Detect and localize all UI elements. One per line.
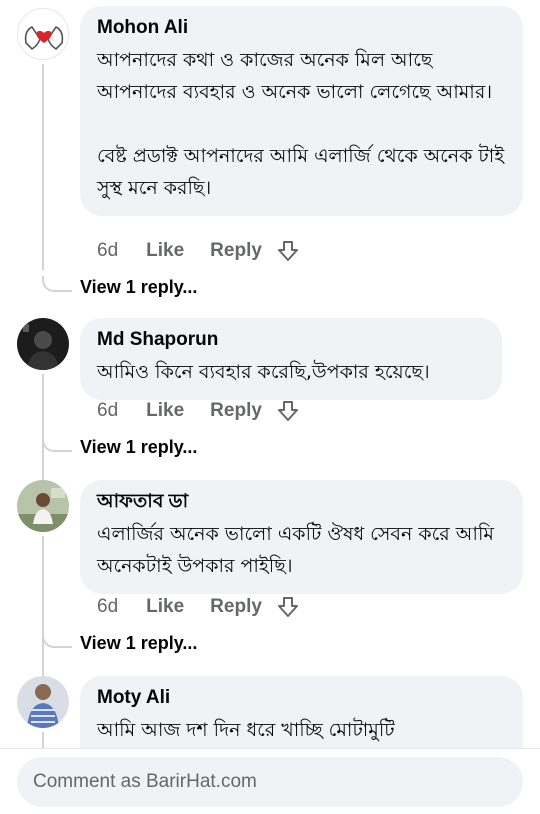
- heart-hands-icon: [18, 9, 68, 59]
- comments-feed[interactable]: Mohon Ali আপনাদের কথা ও কাজের অনেক মিল আ…: [0, 0, 540, 748]
- like-button[interactable]: Like: [146, 596, 184, 618]
- thread-connector: [42, 276, 72, 292]
- share-arrow-icon[interactable]: [276, 596, 300, 618]
- comment-actions: 6d Like Reply: [97, 400, 300, 422]
- comment-input[interactable]: Comment as BarirHat.com: [17, 757, 523, 807]
- comment-author[interactable]: Moty Ali: [97, 686, 505, 710]
- thread-line: [42, 732, 44, 748]
- view-replies-link[interactable]: View 1 reply...: [80, 437, 197, 458]
- avatar[interactable]: [17, 676, 69, 728]
- thread-line: [42, 64, 44, 270]
- comment-bubble[interactable]: আফতাব ডা এলার্জির অনেক ভালো একটি ঔষধ সেব…: [80, 480, 523, 594]
- comment-text: এলার্জির অনেক ভালো একটি ঔষধ সেবন করে আমি…: [97, 523, 500, 577]
- share-arrow-icon[interactable]: [276, 400, 300, 422]
- comment-text: আমিও কিনে ব্যবহার করেছি,উপকার হয়েছে।: [97, 361, 430, 383]
- comment-text: আপনাদের কথা ও কাজের অনেক মিল আছে আপনাদের…: [97, 49, 505, 199]
- avatar[interactable]: [17, 8, 69, 60]
- like-button[interactable]: Like: [146, 400, 184, 422]
- comment-bubble[interactable]: Moty Ali আমি আজ দশ দিন ধরে খাচ্ছি মোটামু…: [80, 676, 523, 748]
- profile-photo: [17, 480, 69, 532]
- comment-time[interactable]: 6d: [97, 596, 118, 618]
- comment-author[interactable]: আফতাব ডা: [97, 490, 505, 514]
- avatar[interactable]: [17, 480, 69, 532]
- avatar[interactable]: [17, 318, 69, 370]
- profile-photo: [17, 676, 69, 728]
- view-replies-link[interactable]: View 1 reply...: [80, 277, 197, 298]
- thread-connector: [42, 632, 72, 648]
- comment-bubble[interactable]: Mohon Ali আপনাদের কথা ও কাজের অনেক মিল আ…: [80, 6, 523, 216]
- thread-connector: [42, 436, 72, 452]
- comment-bubble[interactable]: Md Shaporun আমিও কিনে ব্যবহার করেছি,উপকা…: [80, 318, 502, 400]
- comment-input-placeholder: Comment as BarirHat.com: [33, 771, 257, 792]
- comment-author[interactable]: Mohon Ali: [97, 16, 505, 40]
- thread-line: [42, 374, 44, 490]
- thread-line: [42, 536, 44, 686]
- reply-button[interactable]: Reply: [210, 400, 262, 422]
- comment-composer: Comment as BarirHat.com: [0, 748, 540, 814]
- comment-time[interactable]: 6d: [97, 240, 118, 262]
- reply-button[interactable]: Reply: [210, 240, 262, 262]
- comment-actions: 6d Like Reply: [97, 596, 300, 618]
- reply-button[interactable]: Reply: [210, 596, 262, 618]
- comment-actions: 6d Like Reply: [97, 240, 300, 262]
- share-arrow-icon[interactable]: [276, 240, 300, 262]
- view-replies-link[interactable]: View 1 reply...: [80, 633, 197, 654]
- like-button[interactable]: Like: [146, 240, 184, 262]
- comment-text: আমি আজ দশ দিন ধরে খাচ্ছি মোটামুটি: [97, 719, 395, 741]
- comment-time[interactable]: 6d: [97, 400, 118, 422]
- profile-photo: [17, 318, 69, 370]
- comment-author[interactable]: Md Shaporun: [97, 328, 484, 352]
